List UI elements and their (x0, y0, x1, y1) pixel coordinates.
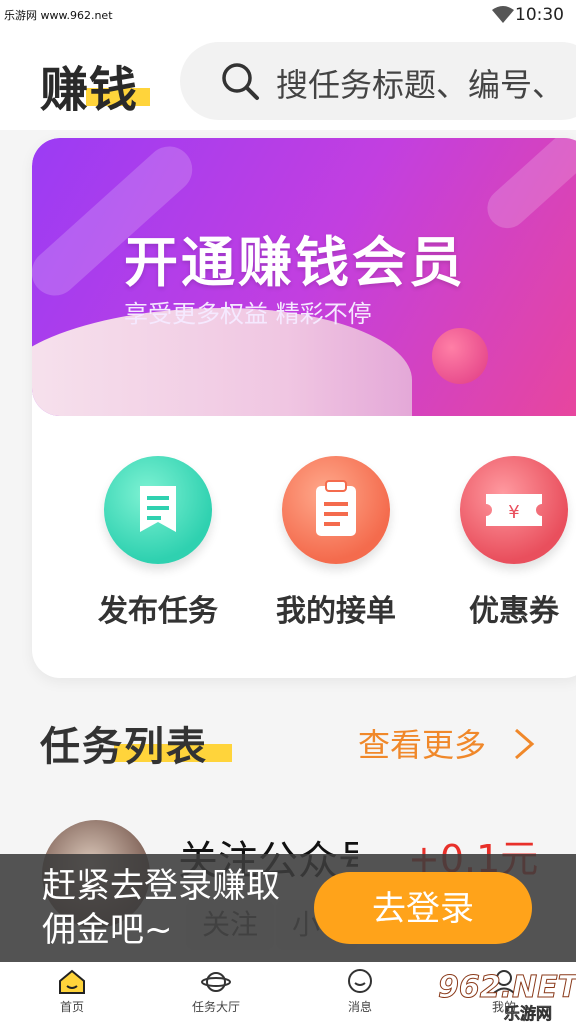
document-list-icon (104, 456, 212, 564)
publish-task-button[interactable]: 发布任务 (88, 456, 228, 630)
brand-title: 赚钱 (40, 62, 139, 118)
coupon-button[interactable]: ¥ 优惠券 (444, 456, 576, 630)
coupon-label: 优惠券 (469, 594, 559, 629)
tab-messages-label: 消息 (347, 1000, 372, 1014)
publish-task-label: 发布任务 (98, 594, 218, 629)
feature-card: 开通赚钱会员 享受更多权益 精彩不停 发布任务 我的接单 ¥ 优惠券 (32, 138, 576, 678)
search-icon (222, 63, 259, 100)
banner-title: 开通赚钱会员 (124, 231, 466, 294)
my-orders-label: 我的接单 (276, 594, 396, 629)
tab-task-hall[interactable]: 任务大厅 (166, 968, 266, 1015)
watermark-text: 乐游网 www.962.net (4, 9, 113, 22)
task-list-title: 任务列表 (40, 724, 208, 770)
clock-time: 10:30 (515, 5, 564, 25)
clipboard-icon (282, 456, 390, 564)
site-logo-watermark: 962.NET 乐游网 (437, 970, 576, 1024)
tab-home[interactable]: 首页 (22, 968, 122, 1015)
tab-task-hall-label: 任务大厅 (191, 1000, 240, 1014)
view-more-link[interactable]: 查看更多 (358, 720, 486, 766)
logo-watermark-small: 乐游网 (504, 1004, 553, 1024)
vip-banner[interactable]: 开通赚钱会员 享受更多权益 精彩不停 (32, 138, 576, 416)
banner-subtitle: 享受更多权益 精彩不停 (124, 300, 372, 328)
login-prompt-bar: 赶紧去登录赚取佣金吧~ 去登录 (0, 854, 576, 962)
search-placeholder: 搜任务标题、编号、 (276, 66, 565, 104)
banner-bubble (432, 328, 488, 384)
login-prompt-message: 赶紧去登录赚取佣金吧~ (42, 866, 280, 950)
chevron-right-icon[interactable] (512, 726, 536, 762)
wifi-icon (492, 6, 514, 23)
message-icon (348, 969, 372, 993)
header: 赚钱 搜任务标题、编号、 (0, 30, 576, 130)
tab-home-label: 首页 (59, 1000, 84, 1014)
coupon-icon: ¥ (460, 456, 568, 564)
planet-icon (201, 972, 231, 992)
tab-messages[interactable]: 消息 (310, 968, 410, 1015)
status-bar: 乐游网 www.962.net 10:30 (0, 0, 576, 30)
home-icon (59, 969, 85, 994)
svg-text:¥: ¥ (508, 502, 519, 523)
search-bar[interactable]: 搜任务标题、编号、 (180, 42, 576, 120)
login-button[interactable]: 去登录 (314, 872, 532, 944)
my-orders-button[interactable]: 我的接单 (266, 456, 406, 630)
banner-stripe (479, 138, 576, 237)
